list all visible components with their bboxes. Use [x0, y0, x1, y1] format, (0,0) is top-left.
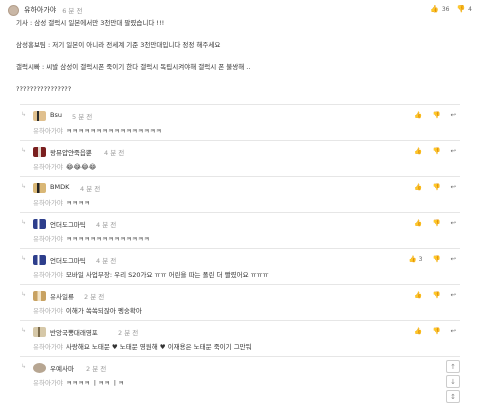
comment-author[interactable]: 반앙국뽕대래영포	[50, 327, 98, 337]
post-line: 기사 : 삼성 갤럭시 일본에서만 3천만대 팔렸습니다 !!!	[16, 19, 165, 27]
comment-time: 5 분 전	[72, 113, 93, 121]
avatar[interactable]	[33, 183, 46, 193]
avatar[interactable]	[33, 111, 46, 121]
comment-list: ↳ Bsu 5 분 전 유하아가야 ㅋㅋㅋㅋㅋㅋㅋㅋㅋㅋㅋㅋㅋㅋㅋㅋ 👍 👎 ↩ …	[20, 104, 460, 392]
arrow-up-icon[interactable]: ↑	[446, 360, 460, 373]
thumbs-down-icon[interactable]: 👎	[432, 255, 440, 263]
comment-time: 4 분 전	[96, 221, 117, 229]
thumbs-up-icon[interactable]: 👍	[414, 327, 422, 335]
reply-icon[interactable]: ↩	[451, 147, 456, 155]
reply-arrow-icon: ↳	[21, 327, 27, 334]
thumbs-down-icon[interactable]: 👎	[432, 219, 440, 227]
thumbs-down-icon[interactable]: 👎	[456, 5, 465, 13]
quote-prefix: 유하아가야	[33, 235, 63, 243]
quote-prefix: 유하아가야	[33, 379, 63, 387]
comment: ↳ 반앙국뽕대래영포 2 분 전 유하아가야 사랑해요 노태문 ♥ 노태문 영원해…	[20, 320, 460, 356]
comment-time: 2 분 전	[84, 293, 105, 301]
comment-text: 모바일 사업부장: 우리 S20가요 ㅠㅠ 어린을 따는 폴린 더 빨렸어요 ㅠ…	[65, 271, 269, 279]
post-line: ????????????????	[16, 85, 72, 93]
comment-author[interactable]: 언더도그마틱	[50, 219, 86, 229]
thumbs-up-icon[interactable]: 👍	[414, 147, 422, 155]
comment-author[interactable]: 우예사마	[50, 363, 74, 373]
like-count: 3	[418, 256, 423, 263]
comment: ↳ BMDK 4 분 전 유하아가야 ㅋㅋㅋㅋ 👍 👎 ↩	[20, 176, 460, 212]
post-author[interactable]: 유하아가야	[24, 5, 56, 15]
comment-text: ㅋㅋㅋㅋㅋㅋㅋㅋㅋㅋㅋㅋㅋㅋ	[65, 235, 150, 243]
comment-time: 2 분 전	[86, 365, 107, 373]
avatar[interactable]	[33, 327, 46, 337]
reply-arrow-icon: ↳	[21, 255, 27, 262]
arrow-down-icon[interactable]: ↓	[446, 375, 460, 388]
comment: ↳ 우예사마 2 분 전 유하아가야 ㅋㅋㅋㅋ ㅣㅋㅋ ㅣㅋ	[20, 356, 460, 392]
comment-author[interactable]: Bsu	[50, 111, 62, 119]
comment-time: 4 분 전	[80, 185, 101, 193]
reply-arrow-icon: ↳	[21, 147, 27, 154]
thumbs-up-icon[interactable]: 👍	[414, 183, 422, 191]
reply-icon[interactable]: ↩	[451, 291, 456, 299]
post-line: 삼성홍보팀 : 저기 일본이 아니라 전세계 기준 3천만대입니다 정정 해주세…	[16, 41, 221, 49]
post-time: 6 분 전	[62, 7, 83, 15]
reply-arrow-icon: ↳	[21, 183, 27, 190]
comment-author[interactable]: BMDK	[50, 183, 69, 191]
post-body: 기사 : 삼성 갤럭시 일본에서만 3천만대 팔렸습니다 !!! 삼성홍보팀 :…	[16, 19, 456, 93]
thumbs-up-icon[interactable]: 👍	[430, 5, 439, 13]
comment-text: 😂😂😂😂	[65, 163, 97, 171]
reply-arrow-icon: ↳	[21, 111, 27, 118]
reply-icon[interactable]: ↩	[451, 219, 456, 227]
reply-icon[interactable]: ↩	[451, 255, 456, 263]
post-header: 유하아가야 6 분 전	[8, 3, 82, 17]
post-actions: 👍 36 👎 4	[430, 4, 472, 14]
comment-text: 사랑해요 노태문 ♥ 노태문 영원해 ♥ 이재용은 노태문 죽이기 그만둬	[65, 343, 252, 351]
quote-prefix: 유하아가야	[33, 163, 63, 171]
thumbs-down-icon[interactable]: 👎	[432, 183, 440, 191]
reply-arrow-icon: ↳	[21, 219, 27, 226]
avatar[interactable]	[33, 291, 46, 301]
thumbs-down-icon[interactable]: 👎	[432, 291, 440, 299]
thumbs-up-icon[interactable]: 👍	[414, 291, 422, 299]
comment-text: ㅋㅋㅋㅋ ㅣㅋㅋ ㅣㅋ	[65, 379, 124, 387]
quote-prefix: 유하아가야	[33, 271, 63, 279]
quote-prefix: 유하아가야	[33, 307, 63, 315]
like-count: 36	[441, 5, 450, 13]
reply-arrow-icon: ↳	[21, 291, 27, 298]
reply-icon[interactable]: ↩	[451, 327, 456, 335]
thumbs-up-icon[interactable]: 👍	[414, 111, 422, 119]
post: 유하아가야 6 분 전 👍 36 👎 4 기사 : 삼성 갤럭시 일본에서만 3…	[0, 0, 480, 106]
post-line: 갤럭시빠 : 씨발 삼성이 갤럭시폰 죽이기 한다 갤럭시 독립시켜야해 갤럭시…	[16, 63, 251, 71]
quote-prefix: 유하아가야	[33, 127, 63, 135]
comment-author[interactable]: 왕뮤얍얀죽읍뿐	[50, 147, 92, 157]
reply-icon[interactable]: ↩	[451, 183, 456, 191]
thumbs-down-icon[interactable]: 👎	[432, 147, 440, 155]
avatar[interactable]	[33, 147, 46, 157]
avatar[interactable]	[33, 219, 46, 229]
comment: ↳ 언더도그마틱 4 분 전 유하아가야 모바일 사업부장: 우리 S20가요 ㅠ…	[20, 248, 460, 284]
comment: ↳ 언더도그마틱 4 분 전 유하아가야 ㅋㅋㅋㅋㅋㅋㅋㅋㅋㅋㅋㅋㅋㅋ 👍 👎 ↩	[20, 212, 460, 248]
comment-text: ㅋㅋㅋㅋ	[65, 199, 90, 207]
comment-time: 4 분 전	[96, 257, 117, 265]
thumbs-down-icon[interactable]: 👎	[432, 111, 440, 119]
thumbs-up-icon[interactable]: 👍 3	[409, 255, 423, 263]
avatar[interactable]	[33, 363, 46, 373]
author-avatar[interactable]	[8, 4, 19, 16]
comment-author[interactable]: 유사일류	[50, 291, 74, 301]
thumbs-down-icon[interactable]: 👎	[432, 327, 440, 335]
comment-time: 4 분 전	[104, 149, 125, 157]
comment-time: 2 분 전	[118, 329, 139, 337]
reply-arrow-icon: ↳	[21, 363, 27, 370]
quote-prefix: 유하아가야	[33, 199, 63, 207]
comment: ↳ Bsu 5 분 전 유하아가야 ㅋㅋㅋㅋㅋㅋㅋㅋㅋㅋㅋㅋㅋㅋㅋㅋ 👍 👎 ↩	[20, 104, 460, 140]
comment-text: 이해가 쏙쏙되잖아 펭숭확아	[65, 307, 142, 315]
dislike-count: 4	[468, 5, 472, 13]
quote-prefix: 유하아가야	[33, 343, 63, 351]
scroll-control-button[interactable]: ↕	[446, 390, 460, 403]
reply-icon[interactable]: ↩	[451, 111, 456, 119]
comment-author[interactable]: 언더도그마틱	[50, 255, 86, 265]
comment: ↳ 유사일류 2 분 전 유하아가야 이해가 쏙쏙되잖아 펭숭확아 👍 👎 ↩	[20, 284, 460, 320]
avatar[interactable]	[33, 255, 46, 265]
comment: ↳ 왕뮤얍얀죽읍뿐 4 분 전 유하아가야 😂😂😂😂 👍 👎 ↩	[20, 140, 460, 176]
comment-text: ㅋㅋㅋㅋㅋㅋㅋㅋㅋㅋㅋㅋㅋㅋㅋㅋ	[65, 127, 162, 135]
thumbs-up-icon[interactable]: 👍	[414, 219, 422, 227]
